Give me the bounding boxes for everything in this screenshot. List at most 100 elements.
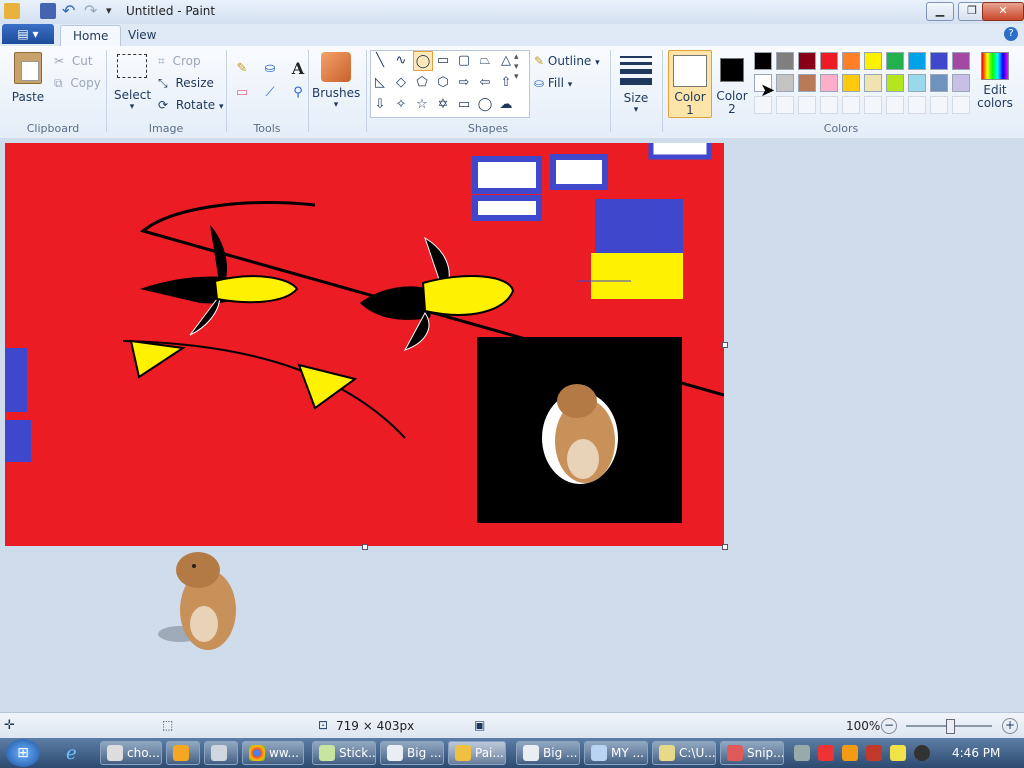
resize-handle[interactable] bbox=[362, 544, 368, 550]
tray-icon[interactable] bbox=[890, 745, 906, 761]
palette-swatch[interactable] bbox=[886, 74, 904, 92]
palette-swatch[interactable] bbox=[842, 52, 860, 70]
empty-palette-swatch[interactable] bbox=[930, 96, 948, 114]
palette-swatch[interactable] bbox=[820, 52, 838, 70]
outline-button[interactable]: ✎ Outline ▾ bbox=[534, 54, 600, 68]
five-point-star-shape-icon[interactable]: ☆ bbox=[413, 95, 431, 113]
tray-icon[interactable] bbox=[794, 745, 810, 761]
diamond-shape-icon[interactable]: ◇ bbox=[392, 73, 410, 91]
color1-button[interactable]: Color 1 bbox=[668, 50, 712, 118]
palette-swatch[interactable] bbox=[952, 74, 970, 92]
empty-palette-swatch[interactable] bbox=[842, 96, 860, 114]
empty-palette-swatch[interactable] bbox=[908, 96, 926, 114]
palette-swatch[interactable] bbox=[798, 74, 816, 92]
taskbar-button[interactable]: Snip... bbox=[720, 741, 784, 765]
rounded-rectangle-shape-icon[interactable]: ▢ bbox=[455, 51, 473, 69]
taskbar-button[interactable]: C:\U... bbox=[652, 741, 716, 765]
rotate-button[interactable]: ⟳ Rotate ▾ bbox=[158, 98, 224, 112]
chrome-taskbar-button[interactable]: ww... bbox=[242, 741, 304, 765]
help-icon[interactable]: ? bbox=[1004, 27, 1018, 41]
right-triangle-shape-icon[interactable]: ◺ bbox=[371, 73, 389, 91]
fill-bucket-icon[interactable]: ⛀ bbox=[260, 58, 280, 78]
six-point-star-shape-icon[interactable]: ✡ bbox=[434, 95, 452, 113]
callout-rectangle-shape-icon[interactable]: ▭ bbox=[455, 95, 473, 113]
redo-icon[interactable]: ↷ bbox=[84, 3, 100, 19]
tray-icon[interactable] bbox=[842, 745, 858, 761]
copy-button[interactable]: ⧉ Copy bbox=[54, 76, 101, 91]
palette-swatch[interactable] bbox=[798, 52, 816, 70]
size-button[interactable]: Size ▾ bbox=[616, 52, 656, 116]
oval-shape-icon[interactable]: ◯ bbox=[413, 51, 433, 71]
fill-button[interactable]: ⛀ Fill ▾ bbox=[534, 76, 572, 90]
empty-palette-swatch[interactable] bbox=[776, 96, 794, 114]
palette-swatch[interactable] bbox=[776, 74, 794, 92]
edit-colors-button[interactable]: Edit colors bbox=[976, 52, 1014, 116]
paint-app-icon[interactable] bbox=[4, 3, 20, 19]
palette-swatch[interactable] bbox=[908, 74, 926, 92]
triangle-shape-icon[interactable]: △ bbox=[497, 51, 515, 69]
taskbar-button[interactable]: Stick... bbox=[312, 741, 376, 765]
empty-palette-swatch[interactable] bbox=[820, 96, 838, 114]
hexagon-shape-icon[interactable]: ⬡ bbox=[434, 73, 452, 91]
taskbar-button[interactable]: cho... bbox=[100, 741, 162, 765]
zoom-in-button[interactable]: + bbox=[1002, 718, 1018, 734]
tab-view[interactable]: View bbox=[116, 25, 168, 46]
zoom-slider[interactable] bbox=[906, 719, 992, 734]
brushes-button[interactable]: Brushes ▾ bbox=[312, 52, 360, 114]
cut-button[interactable]: ✂ Cut bbox=[54, 54, 93, 68]
text-tool-icon[interactable]: A bbox=[288, 58, 308, 78]
right-arrow-shape-icon[interactable]: ⇨ bbox=[455, 73, 473, 91]
pentagon-shape-icon[interactable]: ⬠ bbox=[413, 73, 431, 91]
magnifier-icon[interactable]: ⚲ bbox=[288, 82, 308, 102]
color-picker-icon[interactable]: ⟋ bbox=[260, 82, 280, 102]
calculator-button[interactable] bbox=[204, 741, 238, 765]
paint-taskbar-button[interactable]: Pai... bbox=[448, 741, 506, 765]
empty-palette-swatch[interactable] bbox=[798, 96, 816, 114]
tab-home[interactable]: Home bbox=[60, 25, 122, 47]
palette-swatch[interactable] bbox=[776, 52, 794, 70]
undo-icon[interactable]: ↶ bbox=[62, 3, 78, 19]
start-button[interactable]: ⊞ bbox=[6, 739, 40, 767]
taskbar-button[interactable]: MY ... bbox=[584, 741, 648, 765]
resize-button[interactable]: ⤡ Resize bbox=[158, 76, 214, 91]
eraser-icon[interactable]: ▭ bbox=[232, 82, 252, 102]
palette-swatch[interactable] bbox=[886, 52, 904, 70]
taskbar-button[interactable]: Big ... bbox=[380, 741, 444, 765]
save-icon[interactable] bbox=[40, 3, 56, 19]
callout-cloud-shape-icon[interactable]: ☁ bbox=[497, 95, 515, 113]
line-shape-icon[interactable]: ╲ bbox=[371, 51, 389, 69]
clock[interactable]: 4:46 PM bbox=[952, 746, 1000, 760]
palette-swatch[interactable] bbox=[864, 52, 882, 70]
internet-explorer-icon[interactable]: ℯ bbox=[66, 743, 77, 764]
left-arrow-shape-icon[interactable]: ⇦ bbox=[476, 73, 494, 91]
tray-icon[interactable] bbox=[818, 745, 834, 761]
curve-shape-icon[interactable]: ∿ bbox=[392, 51, 410, 69]
customize-qat-icon[interactable]: ▾ bbox=[106, 3, 122, 19]
palette-swatch[interactable] bbox=[754, 52, 772, 70]
palette-swatch[interactable] bbox=[842, 74, 860, 92]
resize-handle[interactable] bbox=[722, 342, 728, 348]
close-button[interactable]: ✕ bbox=[982, 2, 1024, 21]
palette-swatch[interactable] bbox=[930, 52, 948, 70]
empty-palette-swatch[interactable] bbox=[886, 96, 904, 114]
pencil-icon[interactable]: ✎ bbox=[232, 58, 252, 78]
palette-swatch[interactable] bbox=[930, 74, 948, 92]
select-button[interactable]: Select ▾ bbox=[114, 54, 151, 112]
four-point-star-shape-icon[interactable]: ✧ bbox=[392, 95, 410, 113]
callout-oval-shape-icon[interactable]: ◯ bbox=[476, 95, 494, 113]
minimize-button[interactable]: ▁ bbox=[926, 2, 954, 21]
media-player-button[interactable] bbox=[166, 741, 200, 765]
palette-swatch[interactable] bbox=[820, 74, 838, 92]
palette-swatch[interactable] bbox=[864, 74, 882, 92]
rectangle-shape-icon[interactable]: ▭ bbox=[434, 51, 452, 69]
up-arrow-shape-icon[interactable]: ⇧ bbox=[497, 73, 515, 91]
palette-swatch[interactable] bbox=[908, 52, 926, 70]
crop-button[interactable]: ⌗ Crop bbox=[158, 54, 201, 69]
resize-handle[interactable] bbox=[722, 544, 728, 550]
shapes-scroll-icon[interactable]: ▴ ▾ ▾ bbox=[514, 52, 519, 82]
volume-icon[interactable] bbox=[914, 745, 930, 761]
paste-button[interactable]: Paste bbox=[8, 52, 48, 108]
taskbar-button[interactable]: Big ... bbox=[516, 741, 580, 765]
flag-icon[interactable] bbox=[866, 745, 882, 761]
empty-palette-swatch[interactable] bbox=[864, 96, 882, 114]
